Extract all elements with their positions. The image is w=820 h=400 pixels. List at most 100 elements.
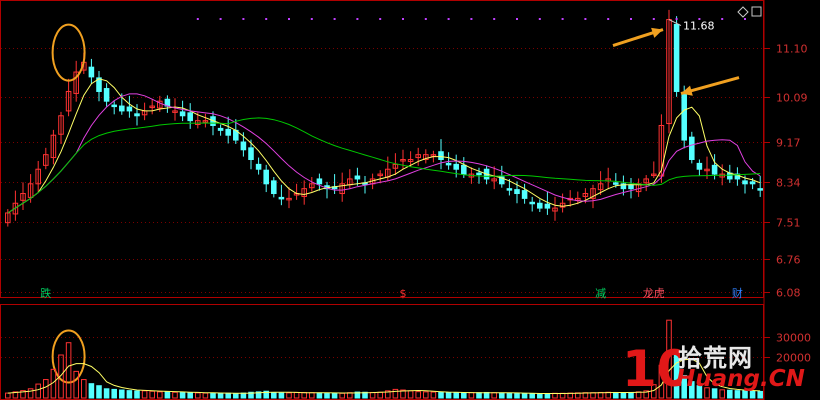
info-dot (333, 18, 336, 20)
volume-bar (544, 392, 551, 399)
info-dot (196, 18, 199, 20)
volume-bar (499, 392, 505, 399)
volume-bar (27, 388, 34, 399)
candle-body (613, 182, 619, 185)
candle-body (354, 175, 361, 180)
volume-bar (43, 379, 49, 399)
watermark-logo-icon: 10 (622, 340, 680, 398)
volume-bar (240, 392, 247, 399)
volume-bar (407, 390, 414, 399)
info-dot (584, 18, 587, 20)
volume-bar (476, 392, 482, 399)
candle-body (217, 127, 224, 131)
volume-bar (65, 342, 72, 399)
volume-bar (187, 392, 193, 399)
moving-average-lines (7, 78, 761, 214)
peak-price-label: 11.68 (683, 20, 715, 33)
price-tick-label: 11.10 (776, 43, 808, 56)
candle-body (187, 112, 193, 122)
volume-bar (96, 385, 102, 399)
box-icon (751, 6, 762, 17)
candle-body (445, 162, 452, 166)
candle-body (506, 188, 513, 191)
candle-body (529, 201, 535, 205)
price-tick-label: 8.34 (776, 177, 801, 190)
annotation-arrow-peak (612, 27, 664, 47)
event-marker: 减 (595, 287, 606, 300)
volume-bar (103, 388, 110, 399)
volume-bar (293, 391, 300, 399)
info-dot (356, 18, 359, 20)
volume-bar (483, 391, 490, 399)
volume-bar (119, 389, 125, 399)
volume-bar (453, 392, 459, 399)
volume-bar (5, 392, 11, 399)
info-dot (744, 18, 746, 20)
volume-bar (111, 388, 117, 399)
volume-bar (195, 392, 201, 399)
volume-bar (88, 383, 95, 399)
info-dot (652, 18, 655, 20)
candle-body (316, 178, 323, 185)
info-dot (265, 18, 268, 20)
volume-bar (613, 391, 619, 399)
highlight-ellipse-early-spike (51, 23, 86, 82)
info-dot (538, 18, 541, 20)
price-tick-label: 7.51 (776, 217, 801, 230)
info-dot (698, 18, 701, 20)
price-y-ticks: 11.10 10.09 9.17 8.34 7.51 6.76 6.08 (764, 43, 808, 300)
price-tick-label: 6.76 (776, 254, 801, 267)
arrow-head (651, 27, 663, 38)
info-dot (447, 18, 450, 20)
price-tick-label: 6.08 (776, 287, 801, 300)
volume-bar (514, 392, 520, 399)
volume-bar (141, 390, 148, 399)
volume-bar (271, 391, 277, 399)
moving-average-line (7, 93, 761, 214)
candle-body (263, 169, 269, 185)
candle-body (461, 164, 467, 175)
info-dot-row (196, 18, 746, 20)
moving-average-line (7, 117, 761, 214)
volume-bar (377, 391, 383, 399)
candle-body (521, 190, 528, 199)
volume-bar (461, 392, 467, 399)
candle-body (742, 180, 748, 185)
candle-body (88, 66, 95, 78)
candles (5, 9, 763, 227)
info-dot (288, 18, 290, 20)
candle-body (225, 128, 231, 136)
price-tick-label: 9.17 (776, 137, 801, 150)
candle-body (134, 113, 140, 117)
volume-bar (491, 392, 497, 399)
volume-bar (430, 391, 437, 399)
volume-bar (415, 391, 421, 399)
volume-bar (506, 392, 513, 399)
info-dot (721, 18, 724, 20)
info-dot (379, 18, 382, 20)
info-dot (561, 18, 564, 20)
candle-body (628, 184, 634, 190)
candle-body (255, 163, 262, 170)
candle-body (271, 180, 277, 195)
candle-body (111, 104, 117, 108)
candle-body (476, 172, 482, 176)
volume-bar (179, 391, 186, 399)
volume-bar (438, 391, 444, 399)
event-marker: 跌 (40, 286, 51, 300)
candle-body (453, 163, 459, 170)
volume-bar (134, 390, 140, 399)
info-dot (516, 18, 518, 20)
volume-bar (149, 390, 155, 399)
event-marker: 龙虎 (643, 287, 665, 300)
diamond-icon (737, 6, 749, 18)
watermark-logo-number: 10 (622, 340, 680, 398)
volume-bar (301, 391, 307, 399)
watermark: 10 拾荒网 Huang.CN (620, 336, 820, 400)
info-dot (470, 18, 473, 20)
volume-bar (339, 392, 345, 399)
candle-body (438, 151, 444, 161)
info-dot (242, 18, 245, 20)
volume-bar (210, 392, 216, 399)
candle-body (696, 162, 703, 170)
